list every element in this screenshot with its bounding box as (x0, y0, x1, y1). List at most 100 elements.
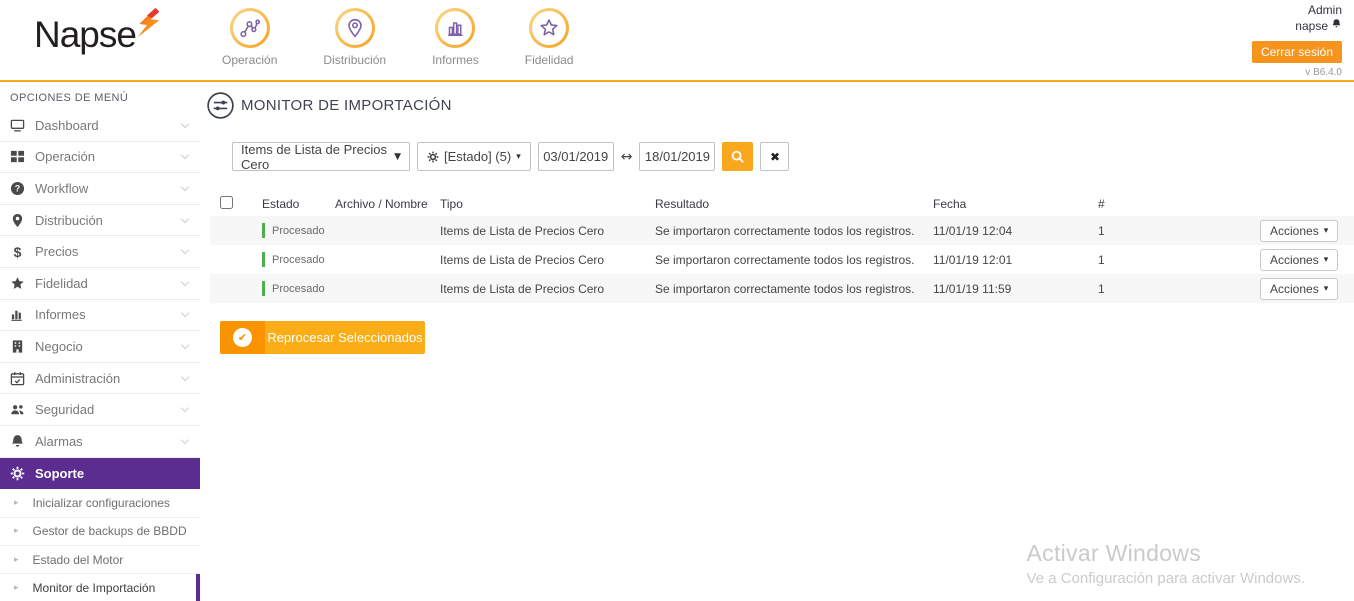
sidebar-subitem-estado-del-motor[interactable]: ▸ Estado del Motor (0, 546, 200, 574)
clear-filters-button[interactable]: ✖ (760, 142, 789, 171)
chevron-down-icon (181, 183, 189, 191)
gear-icon (10, 466, 25, 481)
date-from-input[interactable] (538, 142, 614, 171)
dollar-icon: $ (10, 244, 25, 259)
gear-icon (427, 151, 439, 163)
import-type-select[interactable]: Items de Lista de Precios Cero ▼ (232, 142, 410, 171)
resultado-cell: Se importaron correctamente todos los re… (655, 224, 933, 238)
sidebar-item-alarmas[interactable]: Alarmas (0, 426, 200, 458)
status-label: Procesado (272, 225, 325, 237)
caret-right-icon: ▸ (14, 555, 19, 565)
status-label: Procesado (272, 254, 325, 266)
sidebar-subitem-label: Monitor de Importación (33, 581, 156, 595)
sidebar-title: OPCIONES DE MENÚ (0, 82, 200, 110)
date-to-input[interactable] (639, 142, 715, 171)
caret-right-icon: ▸ (14, 583, 19, 593)
sidebar-item-negocio[interactable]: Negocio (0, 331, 200, 363)
sidebar-item-label: Operación (35, 149, 95, 164)
network-nodes-icon (230, 8, 270, 48)
sliders-icon (207, 92, 234, 119)
nav-item-distribucion[interactable]: Distribución (323, 8, 386, 67)
column-header-fecha: Fecha (933, 197, 1098, 211)
sidebar-subitem-label: Inicializar configuraciones (33, 496, 170, 510)
bell-icon[interactable] (1331, 18, 1342, 34)
sidebar-subitem-monitor-de-importacion[interactable]: ▸ Monitor de Importación (0, 574, 200, 601)
watermark-subtitle: Ve a Configuración para activar Windows. (1027, 570, 1305, 587)
filter-bar: Items de Lista de Precios Cero ▼ [Estado… (232, 142, 1354, 171)
brand-name: Napse (34, 14, 136, 55)
top-nav: Operación Distribución Informes (222, 8, 573, 67)
acciones-button[interactable]: Acciones ▾ (1260, 249, 1338, 271)
sidebar-item-soporte[interactable]: Soporte (0, 458, 200, 490)
date-range-arrow-icon: ↔ (621, 149, 633, 165)
grid-icon (10, 149, 25, 164)
estado-cell: Procesado (262, 223, 335, 238)
sidebar-subitem-inicializar-configuraciones[interactable]: ▸ Inicializar configuraciones (0, 489, 200, 517)
select-caret-icon: ▼ (394, 152, 401, 162)
bar-chart-icon (435, 8, 475, 48)
sidebar-item-administracion[interactable]: Administración (0, 363, 200, 395)
status-label: Procesado (272, 283, 325, 295)
sidebar-item-dashboard[interactable]: Dashboard (0, 110, 200, 142)
nav-item-fidelidad[interactable]: Fidelidad (525, 8, 574, 67)
num-cell: 1 (1098, 253, 1260, 267)
flame-icon (128, 6, 166, 49)
nav-item-operacion[interactable]: Operación (222, 8, 277, 67)
chevron-down-icon (181, 341, 189, 349)
table-row: Procesado Items de Lista de Precios Cero… (210, 245, 1354, 274)
select-all-checkbox[interactable] (220, 196, 233, 209)
search-button[interactable] (722, 142, 753, 171)
acciones-label: Acciones (1270, 224, 1319, 238)
tipo-cell: Items de Lista de Precios Cero (440, 253, 655, 267)
sidebar-subitem-gestor-backups[interactable]: ▸ Gestor de backups de BBDD (0, 518, 200, 546)
caret-down-icon: ▾ (1324, 226, 1329, 236)
estado-filter-label: [Estado] (5) (444, 149, 511, 164)
chevron-down-icon (181, 151, 189, 159)
sidebar-item-label: Seguridad (35, 402, 94, 417)
chevron-down-icon (181, 246, 189, 254)
user-role: Admin (1252, 3, 1342, 18)
table-header-row: Estado Archivo / Nombre Tipo Resultado F… (210, 191, 1354, 216)
tipo-cell: Items de Lista de Precios Cero (440, 224, 655, 238)
sidebar-item-workflow[interactable]: ? Workflow (0, 173, 200, 205)
logout-button[interactable]: Cerrar sesión (1252, 41, 1342, 63)
watermark-title: Activar Windows (1027, 540, 1305, 567)
sidebar-item-fidelidad[interactable]: Fidelidad (0, 268, 200, 300)
sidebar-item-label: Distribución (35, 213, 103, 228)
map-pin-icon (335, 8, 375, 48)
napse-logo[interactable]: Napse (0, 0, 200, 56)
num-cell: 1 (1098, 224, 1260, 238)
fecha-cell: 11/01/19 12:04 (933, 224, 1098, 238)
page-title: MONITOR DE IMPORTACIÓN (207, 92, 1354, 119)
sidebar-item-label: Informes (35, 307, 86, 322)
monitor-icon (10, 118, 25, 133)
chevron-down-icon (181, 372, 189, 380)
sidebar-item-label: Negocio (35, 339, 83, 354)
sidebar-item-label: Administración (35, 371, 120, 386)
estado-filter-button[interactable]: [Estado] (5) ▾ (417, 142, 531, 171)
sidebar-item-distribucion[interactable]: Distribución (0, 205, 200, 237)
bar-chart-icon (10, 307, 25, 322)
question-circle-icon: ? (10, 181, 25, 196)
chevron-down-icon (181, 120, 189, 128)
import-table: Estado Archivo / Nombre Tipo Resultado F… (210, 191, 1354, 303)
sidebar-item-label: Precios (35, 244, 78, 259)
estado-cell: Procesado (262, 252, 335, 267)
nav-label: Operación (222, 53, 277, 67)
nav-item-informes[interactable]: Informes (432, 8, 479, 67)
map-pin-icon (10, 213, 25, 228)
acciones-button[interactable]: Acciones ▾ (1260, 220, 1338, 242)
app-header: Napse Operación (0, 0, 1354, 80)
acciones-button[interactable]: Acciones ▾ (1260, 278, 1338, 300)
user-name-text: napse (1295, 19, 1328, 34)
search-icon (731, 150, 745, 164)
sidebar-item-precios[interactable]: $ Precios (0, 236, 200, 268)
nav-label: Fidelidad (525, 53, 574, 67)
sidebar-item-informes[interactable]: Informes (0, 300, 200, 332)
sidebar-item-seguridad[interactable]: Seguridad (0, 394, 200, 426)
sidebar-item-label: Workflow (35, 181, 88, 196)
import-type-select-value: Items de Lista de Precios Cero (241, 142, 394, 172)
sidebar-item-operacion[interactable]: Operación (0, 142, 200, 174)
reprocess-selected-button[interactable]: ✔ Reprocesar Seleccionados (220, 321, 425, 354)
user-area: Admin napse Cerrar sesión v B6.4.0 (1252, 3, 1342, 78)
